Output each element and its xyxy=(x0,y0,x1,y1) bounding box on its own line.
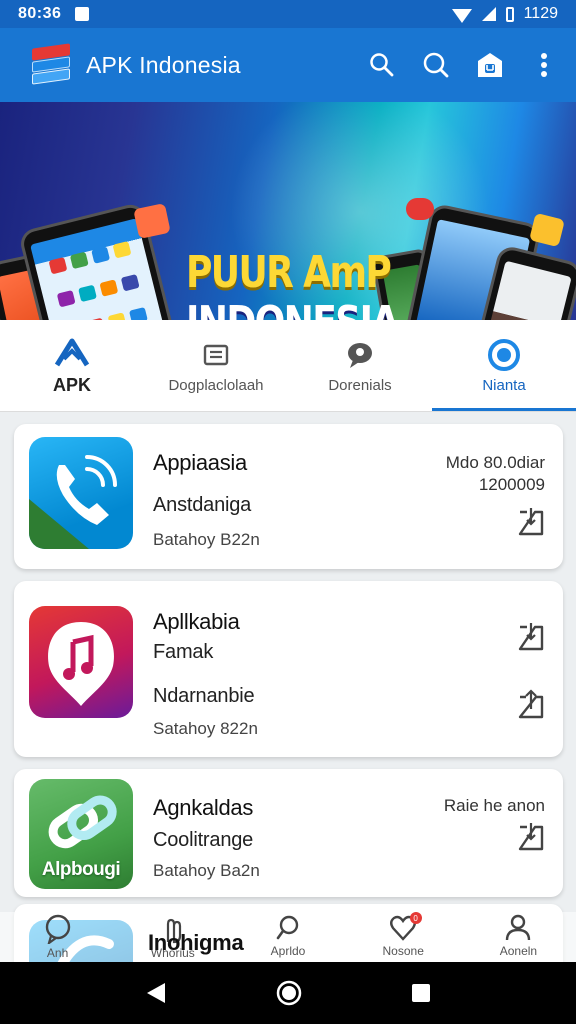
chat-bubble-icon xyxy=(45,914,70,944)
tab-categories[interactable]: Dorenials xyxy=(288,320,432,411)
floating-app-icon xyxy=(133,203,171,239)
nav-item-account[interactable]: Aoneln xyxy=(461,912,576,962)
nav-label: Aprldo xyxy=(270,944,306,958)
status-time: 80:36 xyxy=(18,5,62,22)
app-title: Appiaasia xyxy=(153,450,247,475)
app-icon xyxy=(29,606,133,718)
status-right-text: 1129 xyxy=(523,5,558,22)
app-title: Inohigma xyxy=(148,930,244,955)
app-info-line: 1200009 xyxy=(478,475,545,494)
apk-logo-icon xyxy=(54,338,90,367)
search-icon xyxy=(370,53,394,77)
store-icon xyxy=(478,53,502,77)
battery-icon xyxy=(505,6,514,22)
list-icon xyxy=(203,344,229,366)
system-navigation-bar xyxy=(0,962,576,1024)
nav-label: Aoneln xyxy=(499,944,538,958)
app-subtitle: Anstdaniga xyxy=(153,494,252,516)
status-icons: 1129 xyxy=(451,5,558,23)
nav-item-search[interactable]: Aprldo xyxy=(230,912,345,962)
download-icon[interactable] xyxy=(517,504,545,536)
search-button[interactable] xyxy=(366,49,398,81)
nav-item-home[interactable]: Anh xyxy=(0,912,115,962)
bottom-navigation: Anh Whorius Aprldo 0 Nosone Aoneln xyxy=(0,912,576,962)
app-bar: APK Indonesia xyxy=(0,28,576,102)
search-icon xyxy=(276,915,299,940)
banner-line-1: PUUR AmP xyxy=(186,247,392,298)
tab-label: APK xyxy=(52,375,91,395)
app-info: Mdo 80.0diar 1200009 xyxy=(446,452,545,496)
app-title: Agnkaldas xyxy=(153,795,254,820)
profile-ring-icon xyxy=(488,339,520,371)
app-card[interactable]: Apllkabia Famak Ndarnanbie Satahoy 822n xyxy=(14,581,563,757)
app-info-line: Mdo 80.0diar xyxy=(445,453,545,472)
app-bar-actions xyxy=(366,49,560,81)
app-logo-icon xyxy=(28,42,74,88)
person-icon xyxy=(506,914,531,941)
more-options-button[interactable] xyxy=(528,49,560,81)
app-meta: Satahoy 822n xyxy=(153,719,258,738)
search-button-secondary[interactable] xyxy=(420,49,452,81)
home-icon[interactable] xyxy=(276,980,302,1006)
back-icon[interactable] xyxy=(145,981,167,1005)
music-note-icon xyxy=(48,622,114,706)
share-icon[interactable] xyxy=(517,687,545,719)
chat-icon xyxy=(348,343,372,368)
app-card[interactable]: Appiaasia Anstdaniga Batahoy B22n Mdo 80… xyxy=(14,424,563,569)
notification-icon xyxy=(75,7,90,21)
app-title: Apllkabia xyxy=(153,609,240,634)
nav-label: Anh xyxy=(46,946,69,960)
banner-line-2: INDONESIA xyxy=(186,298,399,321)
app-info-line: Raie he anon xyxy=(443,796,545,815)
tab-label: Dogplaclolaah xyxy=(168,377,264,394)
app-meta: Batahoy B22n xyxy=(153,530,260,549)
app-subtitle: Famak xyxy=(153,641,214,663)
app-subtitle-secondary: Ndarnanbie xyxy=(153,685,255,707)
floating-app-icon xyxy=(406,198,434,220)
signal-icon xyxy=(481,7,496,21)
tab-apk[interactable]: APK xyxy=(0,320,144,411)
app-icon-caption: Alpbougi xyxy=(41,859,121,880)
promo-banner[interactable]: PUUR AmP INDONESIA xyxy=(0,102,576,320)
app-icon: Alpbougi xyxy=(29,779,133,889)
notification-badge: 0 xyxy=(409,912,422,924)
banner-headline: PUUR AmP INDONESIA xyxy=(186,247,399,321)
phone-icon xyxy=(56,455,117,525)
nav-label: Nosone xyxy=(382,944,424,958)
app-card[interactable]: Alpbougi Agnkaldas Coolitrange Batahoy B… xyxy=(14,769,563,897)
tab-label: Dorenials xyxy=(328,377,392,394)
app-title: APK Indonesia xyxy=(86,51,241,78)
store-button[interactable] xyxy=(474,49,506,81)
app-meta: Batahoy Ba2n xyxy=(153,861,260,880)
search-icon xyxy=(423,52,449,78)
nav-item-favorites[interactable]: 0 Nosone xyxy=(346,912,461,962)
download-icon[interactable] xyxy=(517,819,545,851)
tab-label: Nianta xyxy=(482,377,526,394)
recents-icon[interactable] xyxy=(411,983,431,1003)
download-icon[interactable] xyxy=(517,619,545,651)
wifi-icon xyxy=(451,9,472,23)
tab-nianta[interactable]: Nianta xyxy=(432,320,576,411)
tab-download[interactable]: Dogplaclolaah xyxy=(144,320,288,411)
app-info: Raie he anon xyxy=(444,795,545,817)
more-icon xyxy=(541,53,547,77)
category-tabs: APK Dogplaclolaah Dorenials Nianta xyxy=(0,320,576,412)
app-icon xyxy=(29,437,133,549)
status-bar: 80:36 1129 xyxy=(0,0,576,28)
app-subtitle: Coolitrange xyxy=(153,829,254,851)
